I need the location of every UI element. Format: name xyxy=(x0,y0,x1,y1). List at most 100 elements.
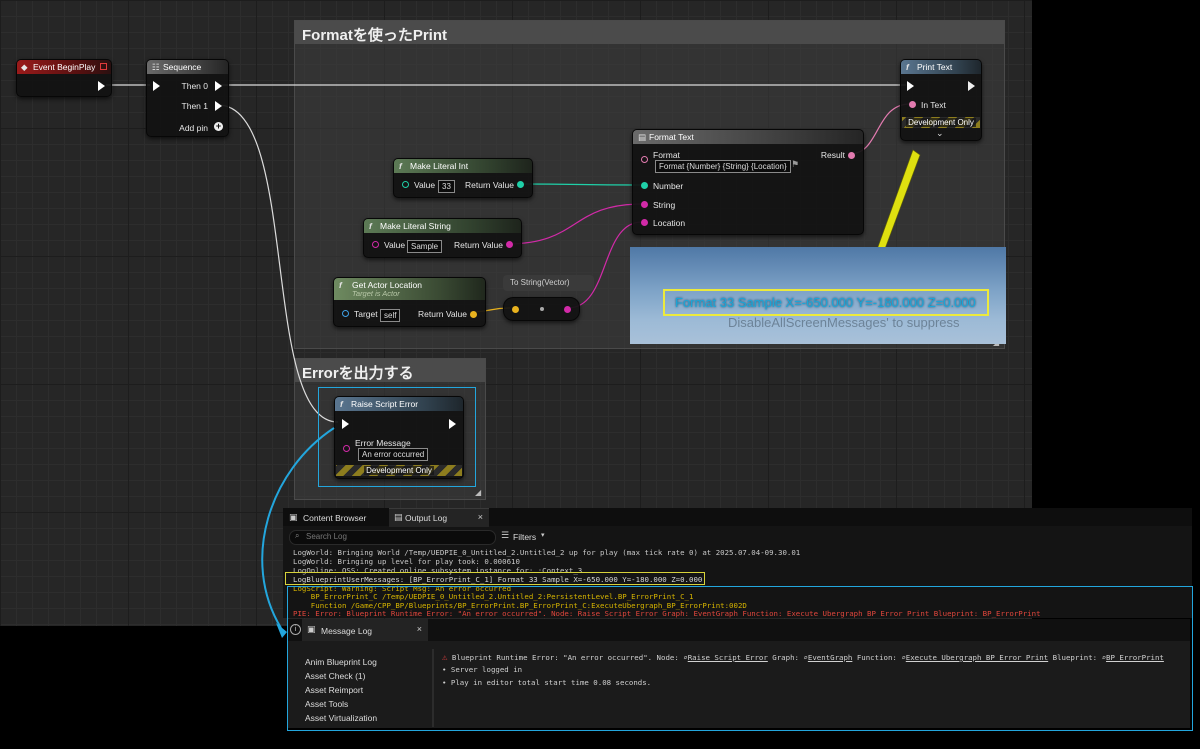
chevron-down-icon: ▾ xyxy=(541,532,545,539)
number-label: Number xyxy=(653,181,684,191)
result-label: Result xyxy=(820,150,845,160)
to-string-vector-node[interactable] xyxy=(503,297,580,321)
comment-title: Formatを使ったPrint xyxy=(295,21,1004,44)
exec-out-pin[interactable] xyxy=(98,81,105,91)
format-icon: ▤ xyxy=(638,132,647,142)
log-line: LogWorld: Bringing World /Temp/UEDPIE_0_… xyxy=(293,548,801,557)
tab-label: Content Browser xyxy=(303,513,367,523)
return-label: Return Value xyxy=(418,309,467,319)
node-subtitle: Target is Actor xyxy=(352,289,400,298)
node-title: Sequence xyxy=(163,62,202,72)
node-header: f Get Actor Location Target is Actor xyxy=(334,278,485,300)
tab-label: Output Log xyxy=(405,513,448,523)
filters-label: Filters xyxy=(513,532,537,542)
in-text-pin[interactable] xyxy=(909,101,916,108)
expand-chevron-icon[interactable]: ⌄ xyxy=(936,128,944,139)
node-header: f Print Text xyxy=(901,60,981,74)
resize-grip-icon[interactable]: ◢ xyxy=(475,488,481,497)
format-input[interactable]: Format {Number} {String} {Location} xyxy=(655,160,791,173)
sequence-icon: ☷ xyxy=(152,62,160,72)
return-label: Return Value xyxy=(454,240,503,250)
node-title: Print Text xyxy=(917,62,953,72)
node-header: ◆ Event BeginPlay xyxy=(17,60,111,74)
raise-error-highlight xyxy=(318,387,476,487)
value-pin[interactable] xyxy=(372,241,379,248)
tab-output-log[interactable]: ▤ Output Log × xyxy=(389,508,489,527)
comment-title: Errorを出力する xyxy=(295,359,485,382)
sequence-node[interactable]: ☷ Sequence Then 0 Then 1 Add pin + xyxy=(146,59,229,137)
exec-in-pin[interactable] xyxy=(907,81,914,91)
exec-out-pin[interactable] xyxy=(968,81,975,91)
location-pin[interactable] xyxy=(641,219,648,226)
make-literal-int-node[interactable]: f Make Literal Int Value 33 Return Value xyxy=(393,158,533,198)
number-pin[interactable] xyxy=(641,182,648,189)
filter-icon: ☰ xyxy=(501,530,510,540)
format-pin[interactable] xyxy=(641,156,648,163)
then0-pin[interactable] xyxy=(215,81,222,91)
value-pin[interactable] xyxy=(402,181,409,188)
close-icon[interactable]: × xyxy=(478,512,483,522)
target-label: Target xyxy=(354,309,378,319)
event-icon: ◆ xyxy=(21,62,28,72)
string-out-pin[interactable] xyxy=(564,306,571,313)
return-pin[interactable] xyxy=(470,311,477,318)
flag-icon[interactable]: ⚑ xyxy=(791,159,799,170)
event-beginplay-node[interactable]: ◆ Event BeginPlay xyxy=(16,59,112,97)
value-input[interactable]: Sample xyxy=(407,240,443,253)
in-text-label: In Text xyxy=(921,100,946,110)
get-actor-location-node[interactable]: f Get Actor Location Target is Actor Tar… xyxy=(333,277,486,327)
then1-pin[interactable] xyxy=(215,101,222,111)
log-line: LogWorld: Bringing up level for play too… xyxy=(293,557,520,566)
error-log-highlight xyxy=(287,586,1193,731)
function-icon: f xyxy=(339,280,342,290)
function-icon: f xyxy=(399,161,402,171)
return-pin[interactable] xyxy=(517,181,524,188)
search-icon: ⌕ xyxy=(295,531,300,540)
string-pin[interactable] xyxy=(641,201,648,208)
format-label: Format xyxy=(653,150,680,160)
printed-message: Format 33 Sample X=-650.000 Y=-180.000 Z… xyxy=(663,289,989,316)
then0-label: Then 0 xyxy=(181,81,208,91)
development-only-banner: Development Only xyxy=(902,117,980,128)
vector-in-pin[interactable] xyxy=(512,306,519,313)
print-text-node[interactable]: f Print Text In Text Development Only ⌄ xyxy=(900,59,982,141)
search-input[interactable]: ⌕ Search Log xyxy=(289,530,496,545)
tab-content-browser[interactable]: ▣ Content Browser xyxy=(286,510,376,526)
node-title: Make Literal String xyxy=(380,221,451,231)
then1-label: Then 1 xyxy=(181,101,208,111)
conversion-dot-icon xyxy=(540,307,544,311)
suppress-hint-text: DisableAllScreenMessages' to suppress xyxy=(728,315,960,330)
exec-in-pin[interactable] xyxy=(153,81,160,91)
format-text-node[interactable]: ▤ Format Text Format Format {Number} {St… xyxy=(632,129,864,235)
make-literal-string-node[interactable]: f Make Literal String Value Sample Retur… xyxy=(363,218,522,258)
function-icon: f xyxy=(906,62,909,72)
target-pin[interactable] xyxy=(342,310,349,317)
value-label: Value xyxy=(384,240,406,250)
filters-button[interactable]: ☰ Filters ▾ xyxy=(499,530,549,544)
node-header: f Make Literal String xyxy=(364,219,521,233)
game-viewport-screenshot: DisableAllScreenMessages' to suppress Fo… xyxy=(630,247,1006,344)
node-header: f Make Literal Int xyxy=(394,159,532,173)
node-header: ▤ Format Text xyxy=(633,130,863,144)
add-pin-icon[interactable]: + xyxy=(214,122,223,131)
print-log-highlight xyxy=(285,572,705,585)
function-icon: f xyxy=(369,221,372,231)
value-input[interactable]: 33 xyxy=(438,180,455,193)
search-placeholder: Search Log xyxy=(306,532,347,541)
add-pin-label[interactable]: Add pin xyxy=(179,123,208,133)
return-pin[interactable] xyxy=(506,241,513,248)
to-string-vector-title: To String(Vector) xyxy=(503,275,594,291)
string-label: String xyxy=(653,200,676,210)
return-label: Return Value xyxy=(465,180,514,190)
location-label: Location xyxy=(653,218,686,228)
folder-icon: ▣ xyxy=(289,512,298,522)
delegate-pin[interactable] xyxy=(100,63,107,70)
log-icon: ▤ xyxy=(394,512,403,522)
value-label: Value xyxy=(414,180,436,190)
node-header: ☷ Sequence xyxy=(147,60,228,74)
node-title: Make Literal Int xyxy=(410,161,469,171)
node-title: Format Text xyxy=(649,132,694,142)
node-title: Event BeginPlay xyxy=(33,62,96,72)
result-pin[interactable] xyxy=(848,152,855,159)
target-input[interactable]: self xyxy=(380,309,401,322)
